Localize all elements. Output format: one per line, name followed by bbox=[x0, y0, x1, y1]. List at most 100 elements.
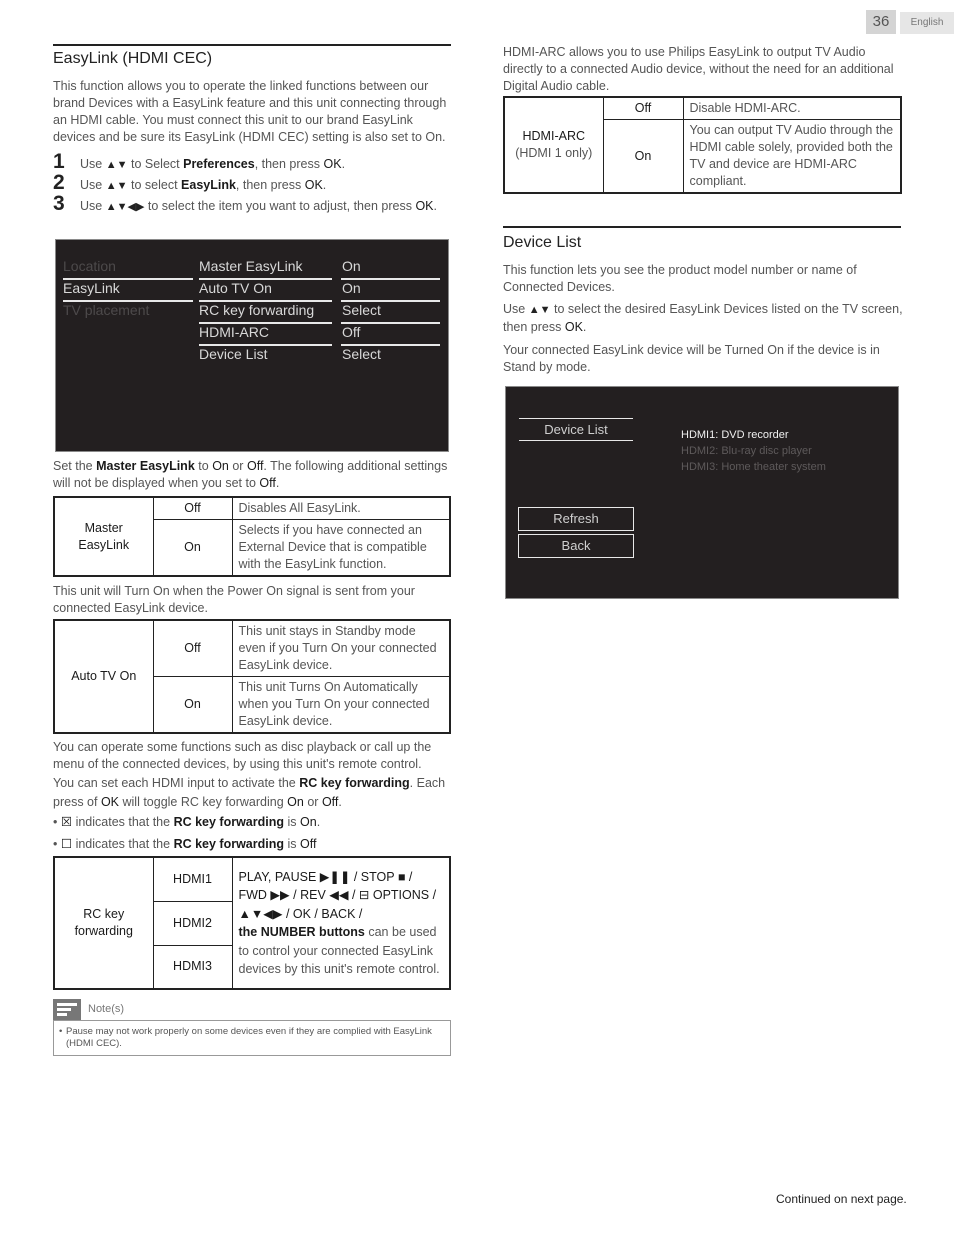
rc-key-forwarding-table: RC key forwarding HDMI1 PLAY, PAUSE ▶❚❚ … bbox=[53, 856, 451, 990]
text: to bbox=[198, 459, 209, 473]
label-line: forwarding bbox=[74, 924, 133, 938]
menu-item-hdmi-arc[interactable]: HDMI-ARC bbox=[199, 324, 269, 340]
menu-tv-placement[interactable]: TV placement bbox=[63, 302, 149, 318]
text: Off bbox=[321, 795, 339, 809]
rc-bullet-on: • ☒ indicates that the RC key forwarding… bbox=[53, 815, 321, 829]
device-item-hdmi2[interactable]: HDMI2: Blu-ray disc player bbox=[681, 445, 812, 457]
table-row: RC key forwarding HDMI1 PLAY, PAUSE ▶❚❚ … bbox=[53, 856, 451, 990]
desc-cell: This unit Turns On Automatically when yo… bbox=[231, 676, 451, 734]
label-line: Master bbox=[84, 520, 123, 535]
note-item: Pause may not work properly on some devi… bbox=[66, 1026, 432, 1049]
input-cell-hdmi2: HDMI2 bbox=[152, 900, 233, 946]
rc-para2: You can set each HDMI input to activate … bbox=[53, 774, 453, 812]
text: You can set each HDMI input to activate … bbox=[53, 776, 296, 790]
note-icon bbox=[53, 999, 81, 1020]
remote-keys-line: ▲▼◀▶ / OK / BACK / bbox=[238, 906, 363, 921]
text-bold: Master EasyLink bbox=[96, 459, 195, 473]
checked-box-icon: ☒ bbox=[60, 815, 73, 829]
refresh-button[interactable]: Refresh bbox=[518, 507, 634, 531]
step-1: 1 Use ▲▼ to Select Preferences, then pre… bbox=[53, 150, 453, 173]
easylink-title: EasyLink (HDMI CEC) bbox=[53, 50, 213, 67]
easylink-label: EasyLink bbox=[181, 178, 236, 192]
step-text: Use bbox=[80, 199, 103, 213]
rc-para1: You can operate some functions such as d… bbox=[53, 740, 432, 771]
desc-cell: Selects if you have connected an Externa… bbox=[231, 519, 451, 577]
four-way-arrows-icon: ▲▼◀▶ bbox=[105, 201, 145, 213]
hdmi-arc-intro: HDMI-ARC allows you to use Philips EasyL… bbox=[503, 45, 894, 93]
menu-value-rc-key-forwarding[interactable]: Select bbox=[342, 302, 381, 318]
menu-value-hdmi-arc[interactable]: Off bbox=[342, 324, 360, 340]
text: Use bbox=[503, 302, 526, 316]
text: Off bbox=[259, 476, 276, 490]
label-line: HDMI-ARC bbox=[522, 129, 586, 143]
ok-label: OK bbox=[323, 157, 342, 171]
empty-box-icon: ☐ bbox=[60, 837, 73, 851]
step-2: 2 Use ▲▼ to select EasyLink, then press … bbox=[53, 171, 453, 194]
back-button[interactable]: Back bbox=[518, 534, 634, 558]
desc-cell: You can output TV Audio through the HDMI… bbox=[682, 119, 902, 194]
step-text: . bbox=[341, 157, 346, 171]
device-list-screen: Device List HDMI1: DVD recorder HDMI2: B… bbox=[505, 386, 899, 599]
text: On bbox=[212, 459, 229, 473]
menu-item-auto-tv-on[interactable]: Auto TV On bbox=[199, 280, 272, 296]
menu-value-device-list[interactable]: Select bbox=[342, 346, 381, 362]
easylink-intro: This function allows you to operate the … bbox=[53, 79, 447, 144]
steps-list: 1 Use ▲▼ to Select Preferences, then pre… bbox=[53, 150, 453, 216]
step-text: to select bbox=[130, 178, 178, 192]
text: Off bbox=[246, 459, 264, 473]
option-cell: Off bbox=[152, 496, 233, 520]
option-cell: On bbox=[602, 119, 684, 194]
menu-value-auto-tv-on[interactable]: On bbox=[342, 280, 361, 296]
step-number: 1 bbox=[53, 150, 65, 173]
text: . bbox=[338, 795, 342, 809]
device-list-para3: Your connected EasyLink device will be T… bbox=[503, 343, 880, 374]
menu-easylink[interactable]: EasyLink bbox=[63, 280, 120, 296]
master-intro: Set the Master EasyLink to On or Off. Th… bbox=[53, 458, 453, 492]
step-text: . bbox=[433, 199, 437, 213]
label-line: RC key bbox=[83, 907, 125, 921]
text: On bbox=[287, 795, 304, 809]
text: indicates that the bbox=[75, 837, 171, 851]
desc-cell: This unit stays in Standby mode even if … bbox=[231, 619, 451, 677]
menu-item-rc-key-forwarding[interactable]: RC key forwarding bbox=[199, 302, 314, 318]
step-number: 2 bbox=[53, 171, 65, 194]
text: is bbox=[287, 815, 297, 829]
text: . bbox=[316, 815, 321, 829]
device-list-heading: Device List bbox=[544, 422, 608, 437]
text: indicates that the bbox=[75, 815, 171, 829]
remote-keys-line: FWD ▶▶ / REV ◀◀ / ⊟ OPTIONS / bbox=[238, 888, 437, 902]
heading-rule bbox=[519, 418, 633, 419]
device-list-para2: Use ▲▼ to select the desired EasyLink De… bbox=[503, 301, 905, 336]
continued-note: Continued on next page. bbox=[776, 1192, 907, 1206]
device-item-hdmi3[interactable]: HDMI3: Home theater system bbox=[681, 461, 826, 473]
note-title: Note(s) bbox=[88, 1003, 125, 1015]
table-row: HDMI-ARC (HDMI 1 only) Off Disable HDMI-… bbox=[503, 96, 902, 194]
table-row: Master EasyLink Off Disables All EasyLin… bbox=[53, 496, 451, 577]
menu-item-master-easylink[interactable]: Master EasyLink bbox=[199, 258, 302, 274]
step-text: . bbox=[322, 178, 327, 192]
menu-value-master-easylink[interactable]: On bbox=[342, 258, 361, 274]
desc-cell: PLAY, PAUSE ▶❚❚ / STOP ■ / FWD ▶▶ / REV … bbox=[231, 856, 451, 990]
section-rule bbox=[503, 226, 901, 228]
heading-rule bbox=[519, 440, 633, 441]
preferences-label: Preferences bbox=[183, 157, 255, 171]
language-tab: English bbox=[900, 12, 954, 34]
note-box: • Pause may not work properly on some dev… bbox=[53, 1020, 451, 1056]
text: On bbox=[300, 815, 317, 829]
device-item-hdmi1[interactable]: HDMI1: DVD recorder bbox=[681, 429, 789, 441]
text: Set the bbox=[53, 459, 93, 473]
text: is bbox=[287, 837, 297, 851]
table-row: Auto TV On Off This unit stays in Standb… bbox=[53, 619, 451, 734]
text: or bbox=[307, 795, 319, 809]
master-easylink-table: Master EasyLink Off Disables All EasyLin… bbox=[53, 496, 451, 577]
menu-location[interactable]: Location bbox=[63, 258, 116, 274]
step-text: , then press bbox=[254, 157, 321, 171]
text-bold: RC key forwarding bbox=[173, 837, 284, 851]
text: OK bbox=[100, 795, 120, 809]
rc-bullet-off: • ☐ indicates that the RC key forwarding… bbox=[53, 837, 317, 851]
menu-item-device-list[interactable]: Device List bbox=[199, 346, 267, 362]
desc-cell: Disables All EasyLink. bbox=[231, 496, 451, 520]
step-number: 3 bbox=[53, 192, 65, 215]
step-text: , then press bbox=[235, 178, 302, 192]
text: . bbox=[275, 476, 280, 490]
